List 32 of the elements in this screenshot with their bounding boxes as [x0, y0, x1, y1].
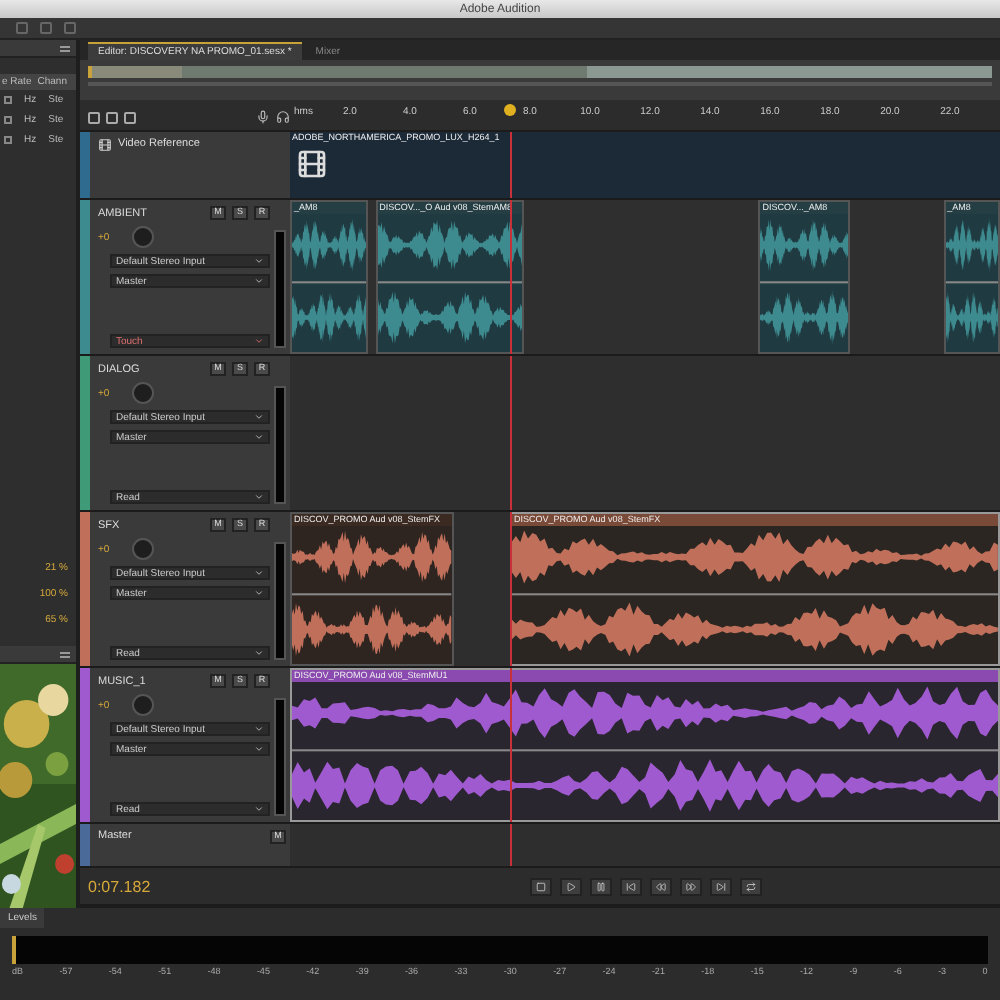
- checkbox[interactable]: [4, 96, 12, 104]
- playhead-handle[interactable]: [504, 104, 517, 116]
- film-icon: [98, 138, 112, 152]
- fast-forward-icon: [685, 881, 695, 891]
- skip-forward-button[interactable]: [709, 877, 731, 895]
- skip-back-button[interactable]: [619, 877, 641, 895]
- loop-button[interactable]: [739, 877, 761, 895]
- level-meter: [274, 230, 286, 348]
- loop-icon: [745, 881, 755, 891]
- level-meter: [274, 698, 286, 816]
- level-meter: [274, 542, 286, 660]
- panel-menu-icon[interactable]: [60, 651, 70, 657]
- pause-button[interactable]: [589, 877, 611, 895]
- fast-forward-button[interactable]: [679, 877, 701, 895]
- stop-button[interactable]: [529, 877, 551, 895]
- skip-forward-icon: [715, 881, 725, 891]
- time-display: 0:07.182: [86, 877, 153, 895]
- rewind-icon: [655, 881, 665, 891]
- play-icon: [565, 881, 575, 891]
- checkbox[interactable]: [4, 116, 12, 124]
- film-icon: [296, 148, 328, 180]
- headphones-icon[interactable]: [276, 110, 290, 124]
- level-meter: [274, 386, 286, 504]
- session-overview[interactable]: [80, 60, 1000, 100]
- checkbox[interactable]: [4, 136, 12, 144]
- pause-icon: [595, 881, 605, 891]
- microphone-icon[interactable]: [256, 110, 270, 124]
- rewind-button[interactable]: [649, 877, 671, 895]
- stop-icon: [535, 881, 545, 891]
- play-button[interactable]: [559, 877, 581, 895]
- panel-menu-icon[interactable]: [60, 45, 70, 51]
- skip-back-icon: [625, 881, 635, 891]
